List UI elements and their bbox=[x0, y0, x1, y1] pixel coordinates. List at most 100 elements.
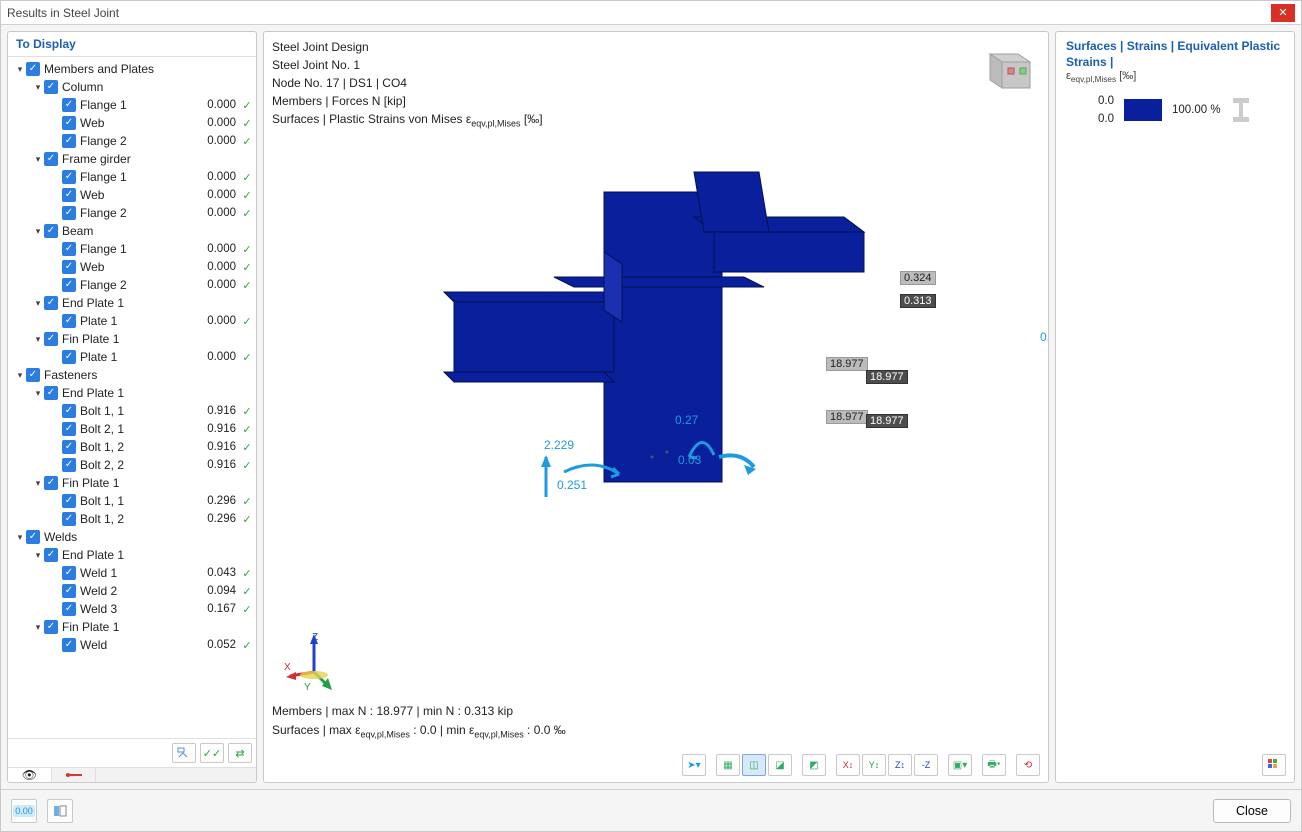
tree-row[interactable]: ▾✓End Plate 1 bbox=[10, 294, 254, 312]
vt-print-dropdown[interactable]: 🖶▾ bbox=[982, 754, 1006, 776]
viewport-3d[interactable]: Steel Joint Design Steel Joint No. 1 Nod… bbox=[264, 32, 1048, 782]
tree-row[interactable]: ▸✓Bolt 1, 20.916✓ bbox=[10, 438, 254, 456]
caret-icon[interactable]: ▾ bbox=[32, 388, 44, 399]
vt-view-nz-button[interactable]: -Z bbox=[914, 754, 938, 776]
tree-row[interactable]: ▸✓Bolt 2, 10.916✓ bbox=[10, 420, 254, 438]
checkbox[interactable]: ✓ bbox=[62, 458, 76, 472]
tree-tool-1-button[interactable] bbox=[172, 743, 196, 763]
tree-row[interactable]: ▸✓Weld 10.043✓ bbox=[10, 564, 254, 582]
tab-section[interactable] bbox=[52, 768, 96, 782]
vt-view2-button[interactable]: ◪ bbox=[768, 754, 792, 776]
tree-row[interactable]: ▸✓Web0.000✓ bbox=[10, 258, 254, 276]
tab-eye[interactable]: 👁 bbox=[8, 768, 52, 782]
tree-row[interactable]: ▾✓Welds bbox=[10, 528, 254, 546]
tree-row[interactable]: ▸✓Flange 20.000✓ bbox=[10, 204, 254, 222]
tree-row[interactable]: ▾✓Fin Plate 1 bbox=[10, 330, 254, 348]
checkbox[interactable]: ✓ bbox=[26, 368, 40, 382]
checkbox[interactable]: ✓ bbox=[62, 98, 76, 112]
tree-row[interactable]: ▾✓Fin Plate 1 bbox=[10, 618, 254, 636]
window-close-button[interactable]: ✕ bbox=[1271, 4, 1295, 22]
tree-row[interactable]: ▾✓Frame girder bbox=[10, 150, 254, 168]
vt-arrow-dropdown[interactable]: ➤▾ bbox=[682, 754, 706, 776]
tree-row[interactable]: ▸✓Bolt 1, 10.296✓ bbox=[10, 492, 254, 510]
caret-icon[interactable]: ▾ bbox=[14, 64, 26, 75]
checkbox[interactable]: ✓ bbox=[44, 80, 58, 94]
tree-row[interactable]: ▸✓Weld 20.094✓ bbox=[10, 582, 254, 600]
caret-icon[interactable]: ▾ bbox=[32, 226, 44, 237]
tree-row[interactable]: ▸✓Flange 20.000✓ bbox=[10, 276, 254, 294]
checkbox[interactable]: ✓ bbox=[62, 404, 76, 418]
tree-row[interactable]: ▸✓Web0.000✓ bbox=[10, 114, 254, 132]
bottom-icon-2[interactable] bbox=[47, 799, 73, 823]
checkbox[interactable]: ✓ bbox=[62, 242, 76, 256]
checkbox[interactable]: ✓ bbox=[44, 548, 58, 562]
tree-row[interactable]: ▸✓Flange 10.000✓ bbox=[10, 168, 254, 186]
vt-view1-button[interactable]: ◫ bbox=[742, 754, 766, 776]
caret-icon[interactable]: ▾ bbox=[14, 370, 26, 381]
tree-row[interactable]: ▸✓Bolt 1, 20.296✓ bbox=[10, 510, 254, 528]
tree-row[interactable]: ▸✓Flange 10.000✓ bbox=[10, 96, 254, 114]
caret-icon[interactable]: ▾ bbox=[32, 550, 44, 561]
tree-row[interactable]: ▸✓Plate 10.000✓ bbox=[10, 312, 254, 330]
checkbox[interactable]: ✓ bbox=[44, 296, 58, 310]
tree-row[interactable]: ▾✓Fasteners bbox=[10, 366, 254, 384]
checkbox[interactable]: ✓ bbox=[62, 422, 76, 436]
checkbox[interactable]: ✓ bbox=[62, 260, 76, 274]
vt-grid-button[interactable]: ▦ bbox=[716, 754, 740, 776]
tree-uncheck-all-button[interactable]: ⇄ bbox=[228, 743, 252, 763]
checkbox[interactable]: ✓ bbox=[62, 350, 76, 364]
checkbox[interactable]: ✓ bbox=[44, 620, 58, 634]
checkbox[interactable]: ✓ bbox=[62, 638, 76, 652]
checkbox[interactable]: ✓ bbox=[62, 494, 76, 508]
checkbox[interactable]: ✓ bbox=[62, 188, 76, 202]
tree-row[interactable]: ▾✓End Plate 1 bbox=[10, 546, 254, 564]
checkbox[interactable]: ✓ bbox=[26, 530, 40, 544]
tree-row[interactable]: ▾✓Beam bbox=[10, 222, 254, 240]
checkbox[interactable]: ✓ bbox=[44, 224, 58, 238]
tree-row[interactable]: ▾✓Members and Plates bbox=[10, 60, 254, 78]
tree-check-all-button[interactable]: ✓✓ bbox=[200, 743, 224, 763]
bottom-icon-1[interactable]: 0.00 bbox=[11, 799, 37, 823]
checkbox[interactable]: ✓ bbox=[62, 566, 76, 580]
legend-settings-button[interactable] bbox=[1262, 754, 1286, 776]
tree-row[interactable]: ▸✓Weld0.052✓ bbox=[10, 636, 254, 654]
checkbox[interactable]: ✓ bbox=[62, 206, 76, 220]
orientation-cube[interactable] bbox=[978, 44, 1034, 90]
checkbox[interactable]: ✓ bbox=[62, 314, 76, 328]
caret-icon[interactable]: ▾ bbox=[32, 622, 44, 633]
vt-view-x-button[interactable]: X↕ bbox=[836, 754, 860, 776]
checkbox[interactable]: ✓ bbox=[62, 170, 76, 184]
tree-row[interactable]: ▾✓Column bbox=[10, 78, 254, 96]
checkbox[interactable]: ✓ bbox=[62, 602, 76, 616]
caret-icon[interactable]: ▾ bbox=[32, 82, 44, 93]
close-button[interactable]: Close bbox=[1213, 799, 1291, 823]
caret-icon[interactable]: ▾ bbox=[32, 334, 44, 345]
vt-cube-dropdown[interactable]: ▣▾ bbox=[948, 754, 972, 776]
tree-row[interactable]: ▾✓Fin Plate 1 bbox=[10, 474, 254, 492]
tree-row[interactable]: ▸✓Web0.000✓ bbox=[10, 186, 254, 204]
checkbox[interactable]: ✓ bbox=[44, 476, 58, 490]
caret-icon[interactable]: ▾ bbox=[14, 532, 26, 543]
tree-row[interactable]: ▸✓Flange 10.000✓ bbox=[10, 240, 254, 258]
tree-row[interactable]: ▸✓Bolt 2, 20.916✓ bbox=[10, 456, 254, 474]
checkbox[interactable]: ✓ bbox=[62, 134, 76, 148]
vt-iso-button[interactable]: ◩ bbox=[802, 754, 826, 776]
tree-row[interactable]: ▸✓Weld 30.167✓ bbox=[10, 600, 254, 618]
tree-row[interactable]: ▾✓End Plate 1 bbox=[10, 384, 254, 402]
tree-row[interactable]: ▸✓Flange 20.000✓ bbox=[10, 132, 254, 150]
tree-row[interactable]: ▸✓Bolt 1, 10.916✓ bbox=[10, 402, 254, 420]
vt-view-y-button[interactable]: Y↕ bbox=[862, 754, 886, 776]
caret-icon[interactable]: ▾ bbox=[32, 154, 44, 165]
checkbox[interactable]: ✓ bbox=[44, 332, 58, 346]
checkbox[interactable]: ✓ bbox=[62, 512, 76, 526]
checkbox[interactable]: ✓ bbox=[44, 152, 58, 166]
checkbox[interactable]: ✓ bbox=[62, 278, 76, 292]
checkbox[interactable]: ✓ bbox=[62, 440, 76, 454]
caret-icon[interactable]: ▾ bbox=[32, 298, 44, 309]
checkbox[interactable]: ✓ bbox=[26, 62, 40, 76]
tree-row[interactable]: ▸✓Plate 10.000✓ bbox=[10, 348, 254, 366]
results-tree[interactable]: ▾✓Members and Plates▾✓Column▸✓Flange 10.… bbox=[8, 57, 256, 738]
checkbox[interactable]: ✓ bbox=[62, 116, 76, 130]
caret-icon[interactable]: ▾ bbox=[32, 478, 44, 489]
vt-reset-button[interactable]: ⟲ bbox=[1016, 754, 1040, 776]
